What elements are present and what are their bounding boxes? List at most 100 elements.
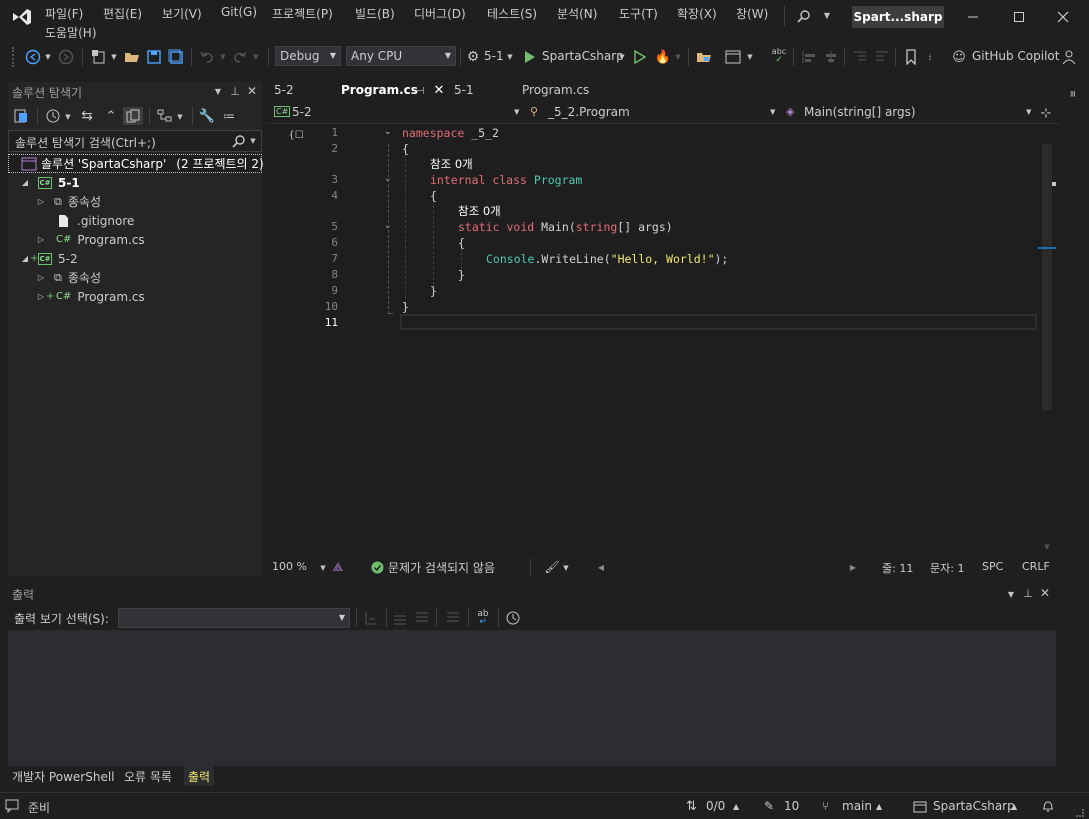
collapsed-arrow-icon[interactable]: ▷ — [36, 197, 46, 206]
collapse-all-icon[interactable]: ⌃ — [102, 107, 120, 125]
gear-icon[interactable]: ⚙ — [464, 48, 482, 66]
more-actions-icon[interactable]: ≔ — [220, 107, 238, 125]
switch-view-icon[interactable] — [12, 107, 30, 125]
copilot-icon[interactable]: ☺ — [950, 48, 968, 66]
menu-window[interactable]: 창(W) — [736, 5, 768, 22]
code-line-4[interactable]: { — [430, 189, 437, 203]
tree-dependencies-node[interactable]: ▷ ⧉ 종속성 — [8, 268, 262, 287]
close-icon[interactable] — [1054, 8, 1072, 26]
bookmark-icon[interactable] — [902, 48, 920, 66]
code-cleanup-icon[interactable]: ⟁ — [330, 559, 346, 575]
save-icon[interactable] — [145, 48, 163, 66]
hot-reload-icon[interactable]: 🔥 — [654, 48, 672, 66]
back-icon[interactable] — [24, 48, 42, 66]
pin-icon[interactable]: ⊥ — [229, 84, 241, 98]
whitespace-mode[interactable]: SPC — [982, 560, 1003, 573]
vertical-scrollbar[interactable] — [1042, 144, 1052, 410]
platform-select[interactable]: Any CPU ▼ — [346, 46, 456, 66]
open-folder-icon[interactable] — [123, 48, 141, 66]
visual-studio-logo-icon[interactable] — [10, 6, 34, 28]
panel-menu-icon[interactable]: ▼ — [1006, 589, 1016, 599]
scroll-left-icon[interactable]: ◀ — [596, 562, 606, 572]
minimize-icon[interactable] — [964, 8, 982, 26]
notifications-side-icon[interactable]: ≡ — [1064, 82, 1080, 106]
tree-file-node[interactable]: ▷ C# Program.cs — [8, 230, 262, 249]
pending-dropdown-icon[interactable]: ▼ — [64, 112, 72, 122]
menu-project[interactable]: 프로젝트(P) — [272, 5, 333, 22]
solution-search-input[interactable]: 솔루션 탐색기 검색(Ctrl+;) ▼ — [8, 130, 262, 152]
toolbar-overflow-icon[interactable]: ⁞ — [925, 48, 935, 66]
expanded-arrow-icon[interactable]: ◢ — [20, 254, 30, 263]
changes-count[interactable]: 0/0 — [706, 799, 725, 813]
startup-dropdown-icon[interactable]: ▼ — [506, 52, 514, 62]
menu-help[interactable]: 도움말(H) — [45, 24, 97, 41]
tree-file-node[interactable]: .gitignore — [8, 211, 262, 230]
window-layout-icon[interactable] — [724, 48, 742, 66]
layout-dropdown-icon[interactable]: ▼ — [746, 52, 754, 62]
code-line-8[interactable]: } — [458, 268, 465, 282]
edit-count[interactable]: 10 — [784, 799, 799, 813]
code-line-7[interactable]: Console.WriteLine("Hello, World!"); — [486, 252, 728, 266]
properties-wrench-icon[interactable]: 🔧 — [198, 107, 216, 125]
scroll-down-icon[interactable]: ▼ — [1042, 542, 1052, 552]
new-project-dropdown-icon[interactable]: ▼ — [110, 52, 118, 62]
start-debug-icon[interactable] — [522, 48, 538, 66]
timestamp-clock-icon[interactable] — [504, 609, 522, 627]
redo-dropdown-icon[interactable]: ▼ — [252, 52, 260, 62]
changes-up-icon[interactable]: ▲ — [733, 802, 739, 811]
code-lens-references[interactable]: 참조 0개 — [458, 203, 501, 219]
search-icon[interactable] — [796, 8, 812, 24]
line-position[interactable]: 줄: 11 — [882, 560, 913, 576]
tree-file-node[interactable]: ▷ + C# Program.cs — [8, 287, 262, 306]
search-icon[interactable] — [231, 134, 245, 148]
hot-reload-dropdown-icon[interactable]: ▼ — [674, 52, 682, 62]
code-line-1[interactable]: namespace _5_2 — [402, 126, 499, 140]
spell-check-icon[interactable]: abc ✓ — [770, 47, 788, 65]
zoom-dropdown-icon[interactable]: ▼ — [319, 563, 327, 573]
pending-changes-icon[interactable] — [44, 107, 62, 125]
collapsed-arrow-icon[interactable]: ▷ — [36, 273, 46, 282]
code-line-3[interactable]: internal class Program — [430, 173, 582, 187]
menu-edit[interactable]: 편집(E) — [103, 5, 142, 22]
split-editor-icon[interactable]: ⊹ — [1038, 104, 1054, 122]
bell-icon[interactable] — [1040, 798, 1056, 814]
tab-close-icon[interactable]: ✕ — [432, 83, 446, 98]
copilot-label[interactable]: GitHub Copilot — [972, 49, 1059, 63]
indent-icon[interactable] — [851, 48, 869, 66]
code-editor[interactable]: {☐ 1 2 3 4 5 6 7 8 9 10 11 ⌄ ⌄ ⌄ namespa… — [266, 124, 1061, 554]
browse-folder-icon[interactable] — [695, 48, 713, 66]
line-ending[interactable]: CRLF — [1022, 560, 1050, 573]
code-line-6[interactable]: { — [458, 236, 465, 250]
sync-icon[interactable]: ⇆ — [78, 107, 96, 125]
repo-up-icon[interactable]: ▲ — [1011, 802, 1017, 811]
undo-icon[interactable] — [198, 48, 216, 66]
code-line-9[interactable]: } — [430, 284, 437, 298]
pin-icon[interactable]: ⊥ — [1022, 586, 1034, 600]
notification-chat-icon[interactable] — [4, 798, 20, 814]
run-dropdown-icon[interactable]: ▼ — [618, 52, 626, 62]
collapsed-arrow-icon[interactable]: ▷ — [36, 292, 46, 301]
output-source-select[interactable]: ▼ — [118, 608, 350, 628]
menu-debug[interactable]: 디버그(D) — [414, 5, 466, 22]
code-line-5[interactable]: static void Main(string[] args) — [458, 220, 673, 234]
panel-close-icon[interactable]: ✕ — [1039, 586, 1051, 600]
expanded-arrow-icon[interactable]: ◢ — [20, 178, 30, 187]
tab-pin-icon[interactable]: ⊣ — [414, 84, 426, 98]
collapsed-arrow-icon[interactable]: ▷ — [36, 235, 46, 244]
menu-tools[interactable]: 도구(T) — [619, 5, 658, 22]
next-message-icon[interactable] — [413, 609, 431, 627]
preview-dropdown-icon[interactable]: ▼ — [176, 112, 184, 122]
char-position[interactable]: 문자: 1 — [930, 560, 964, 576]
fold-collapse-icon[interactable]: ⌄ — [384, 127, 392, 137]
tree-dependencies-node[interactable]: ▷ ⧉ 종속성 — [8, 192, 262, 211]
word-wrap-icon[interactable]: ab ↵ — [474, 609, 492, 627]
code-lens-references[interactable]: 참조 0개 — [430, 156, 473, 172]
tab-developer-powershell[interactable]: 개발자 PowerShell — [8, 766, 119, 786]
align-left-icon[interactable] — [800, 48, 818, 66]
menu-test[interactable]: 테스트(S) — [487, 5, 537, 22]
nav-member-select[interactable]: ◈ Main(string[] args) ▼ — [784, 104, 1034, 122]
run-target-label[interactable]: SpartaCsharp — [542, 49, 624, 63]
redo-icon[interactable] — [231, 48, 249, 66]
tab-error-list[interactable]: 오류 목록 — [120, 766, 176, 786]
align-center-icon[interactable] — [822, 48, 840, 66]
